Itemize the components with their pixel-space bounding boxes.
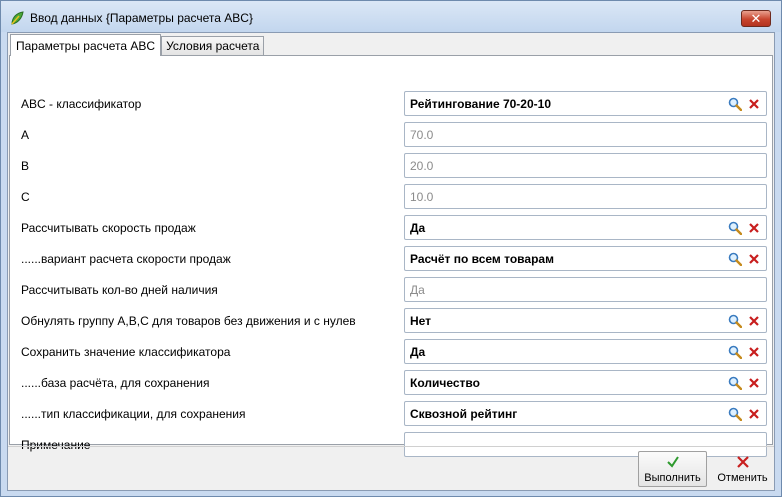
field-value: Количество	[410, 376, 480, 390]
field-value: Сквозной рейтинг	[410, 407, 518, 421]
red-x-icon[interactable]	[747, 345, 761, 359]
field-label: Примечание	[21, 438, 91, 452]
tab-calculation-conditions[interactable]: Условия расчета	[161, 36, 265, 56]
magnifier-icon[interactable]	[728, 345, 742, 359]
form-row: Рассчитывать скорость продаж Да	[10, 215, 772, 241]
field-input: 10.0	[404, 184, 767, 209]
field-input[interactable]: Да	[404, 215, 767, 240]
magnifier-icon[interactable]	[728, 221, 742, 235]
magnifier-icon[interactable]	[728, 252, 742, 266]
red-x-icon	[736, 456, 749, 468]
footer-divider	[8, 446, 774, 447]
form-row: ......тип классификации, для сохранения С…	[10, 401, 772, 427]
red-x-icon[interactable]	[747, 97, 761, 111]
field-input[interactable]: Да	[404, 339, 767, 364]
field-value: 10.0	[410, 190, 434, 204]
field-label: Рассчитывать кол-во дней наличия	[21, 283, 218, 297]
tab-panel: ABC - классификатор Рейтингование 70-20-1…	[9, 55, 773, 457]
red-x-icon[interactable]	[747, 407, 761, 421]
cancel-button-label: Отменить	[717, 472, 768, 484]
form-row: Рассчитывать кол-во дней наличия Да	[10, 277, 772, 303]
field-input[interactable]: Рейтингование 70-20-10	[404, 91, 767, 116]
form-row: Сохранить значение классификатора Да	[10, 339, 772, 365]
field-input: 20.0	[404, 153, 767, 178]
field-input[interactable]: Расчёт по всем товарам	[404, 246, 767, 271]
window-title: Ввод данных {Параметры расчета ABC}	[30, 11, 253, 25]
execute-button[interactable]: Выполнить	[638, 451, 707, 487]
red-x-icon[interactable]	[747, 252, 761, 266]
form-row: C 10.0	[10, 184, 772, 210]
magnifier-icon[interactable]	[728, 376, 742, 390]
field-value: Да	[410, 283, 425, 297]
field-input: 70.0	[404, 122, 767, 147]
field-label: Обнулять группу A,B,C для товаров без дв…	[21, 314, 356, 328]
dialog-client-area: Параметры расчета ABC Условия расчета AB…	[7, 32, 775, 491]
form-row: B 20.0	[10, 153, 772, 179]
close-button[interactable]: ✕	[741, 10, 771, 27]
magnifier-icon[interactable]	[728, 407, 742, 421]
cancel-button[interactable]: Отменить	[711, 451, 774, 487]
magnifier-icon[interactable]	[728, 314, 742, 328]
field-label: B	[21, 159, 30, 173]
field-value: 70.0	[410, 128, 434, 142]
execute-button-label: Выполнить	[644, 472, 701, 484]
field-value: Рейтингование 70-20-10	[410, 97, 551, 111]
form-row: ABC - классификатор Рейтингование 70-20-1…	[10, 91, 772, 117]
field-label: A	[21, 128, 30, 142]
app-leaf-icon	[11, 11, 24, 25]
form-row: ......база расчёта, для сохранения Количе…	[10, 370, 772, 396]
magnifier-icon[interactable]	[728, 97, 742, 111]
field-value: Да	[410, 345, 426, 359]
dialog-window: Ввод данных {Параметры расчета ABC} ✕ Па…	[0, 0, 782, 497]
red-x-icon[interactable]	[747, 221, 761, 235]
field-label: ......база расчёта, для сохранения	[21, 376, 210, 390]
tab-strip: Параметры расчета ABC Условия расчета	[10, 34, 265, 56]
field-value: Расчёт по всем товарам	[410, 252, 554, 266]
title-bar[interactable]: Ввод данных {Параметры расчета ABC} ✕	[1, 1, 781, 32]
red-x-icon[interactable]	[747, 376, 761, 390]
field-input[interactable]: Нет	[404, 308, 767, 333]
field-input[interactable]: Количество	[404, 370, 767, 395]
field-value: Нет	[410, 314, 432, 328]
field-label: ......вариант расчета скорости продаж	[21, 252, 231, 266]
field-label: C	[21, 190, 30, 204]
field-input: Да	[404, 277, 767, 302]
green-check-icon	[666, 456, 679, 468]
field-label: Рассчитывать скорость продаж	[21, 221, 196, 235]
form-row: Обнулять группу A,B,C для товаров без дв…	[10, 308, 772, 334]
red-x-icon[interactable]	[747, 314, 761, 328]
field-value: Да	[410, 221, 426, 235]
field-label: Сохранить значение классификатора	[21, 345, 231, 359]
tab-abc-parameters[interactable]: Параметры расчета ABC	[10, 34, 162, 56]
field-input[interactable]: Сквозной рейтинг	[404, 401, 767, 426]
form-row: A 70.0	[10, 122, 772, 148]
field-value: 20.0	[410, 159, 434, 173]
field-label: ABC - классификатор	[21, 97, 142, 111]
field-label: ......тип классификации, для сохранения	[21, 407, 246, 421]
form-row: ......вариант расчета скорости продаж Рас…	[10, 246, 772, 272]
